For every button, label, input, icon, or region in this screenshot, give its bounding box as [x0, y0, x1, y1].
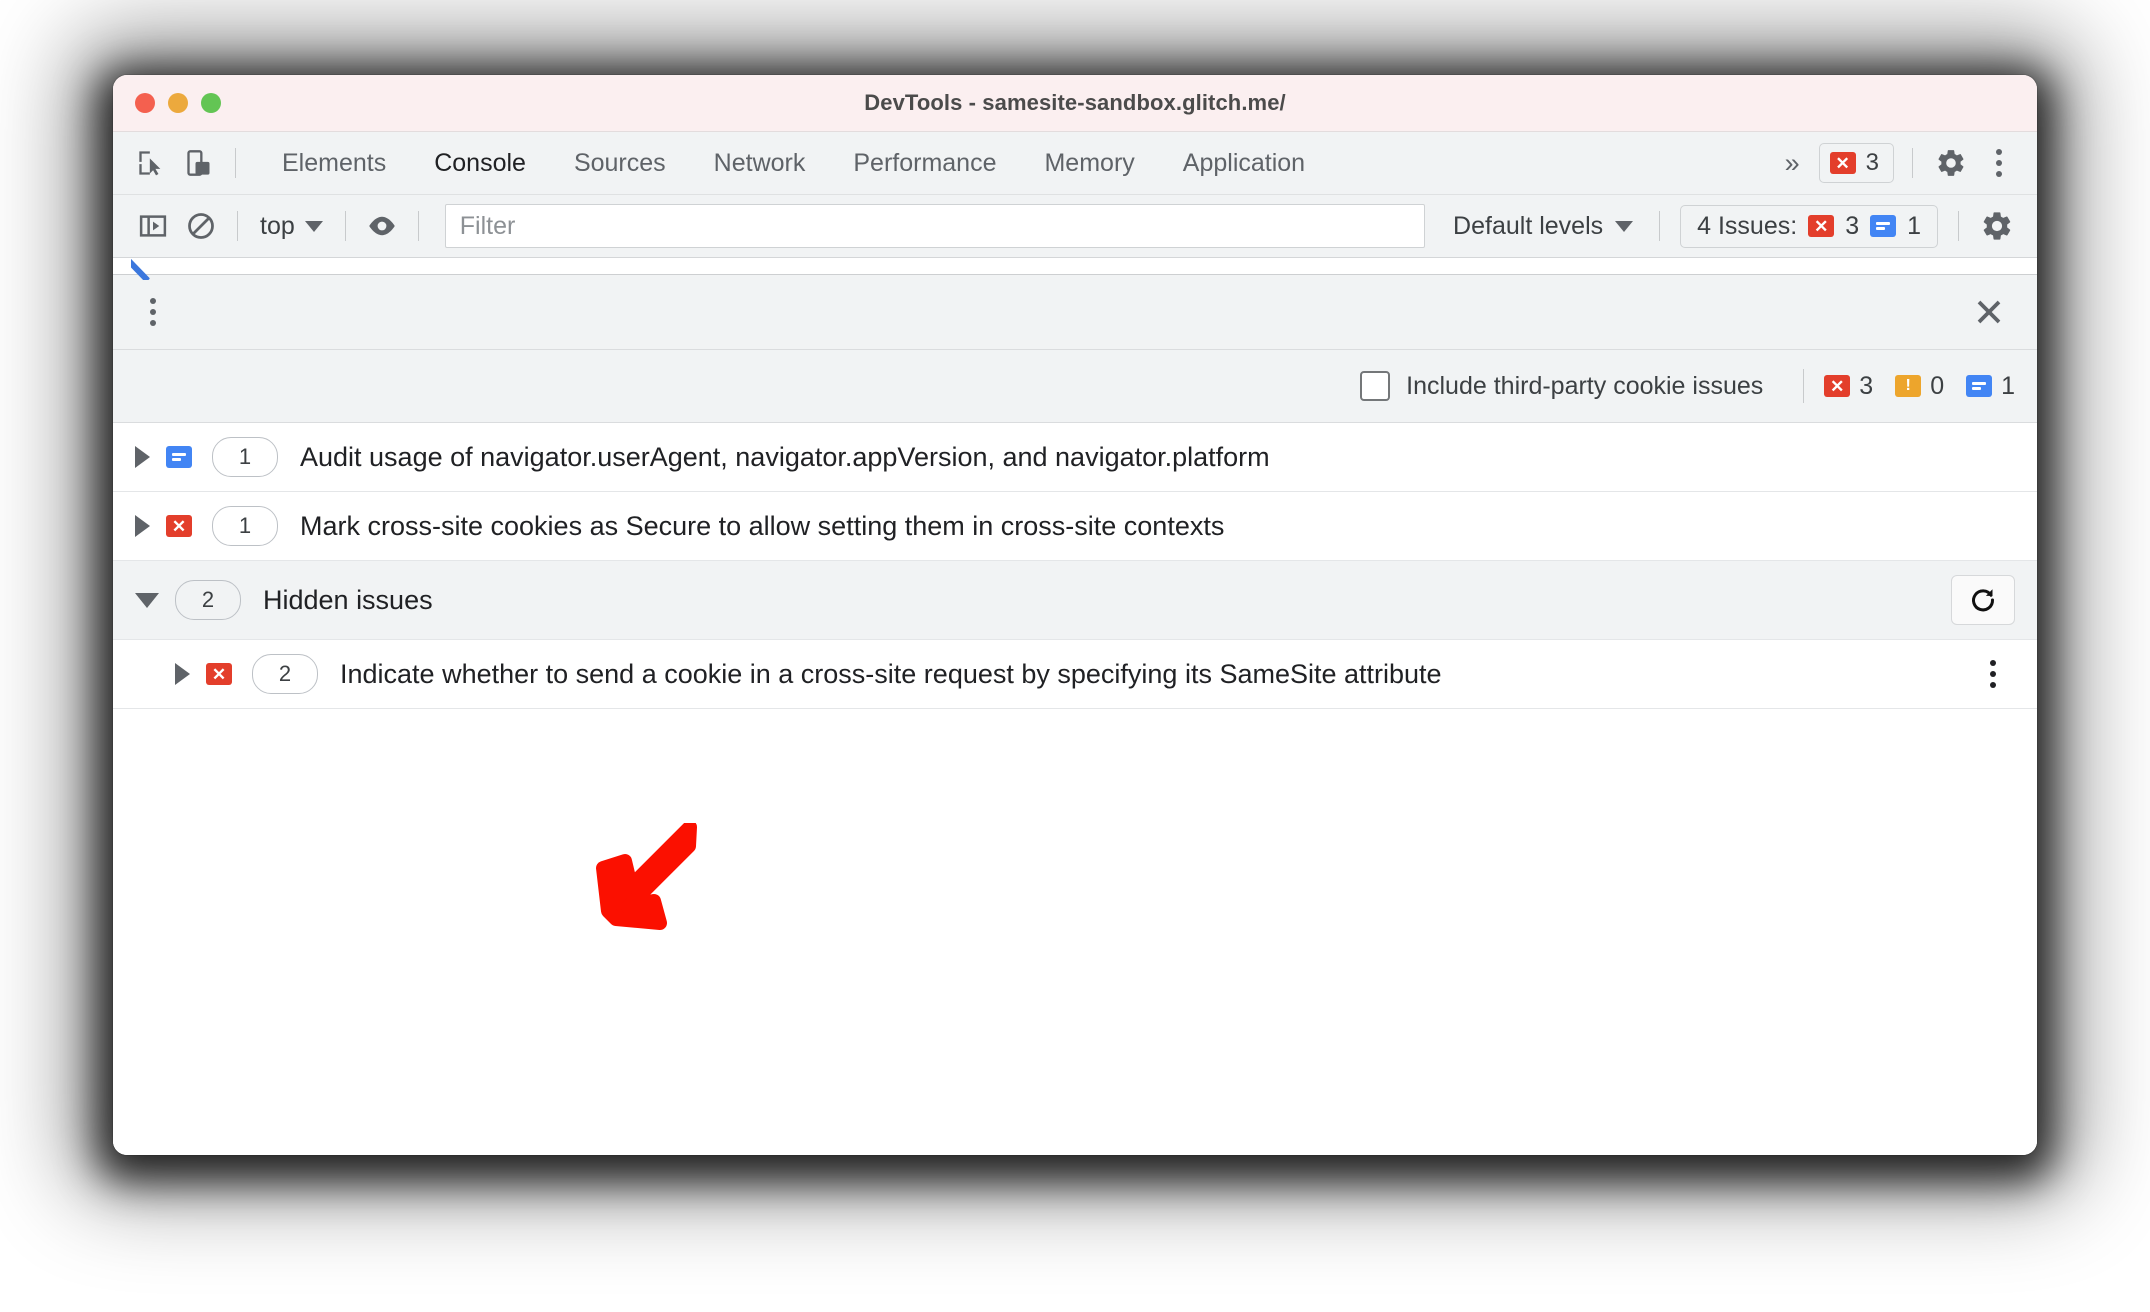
gear-icon[interactable] — [1925, 137, 1977, 189]
toolbar-divider — [1803, 369, 1805, 403]
gear-icon[interactable] — [1971, 200, 2023, 252]
toolbar-divider — [344, 211, 346, 241]
error-count: 3 — [1865, 149, 1879, 176]
hidden-issues-actions — [1951, 575, 2015, 625]
issue-title: Indicate whether to send a cookie in a c… — [340, 658, 1442, 689]
screenshot-root: DevTools - samesite-sandbox.glitch.me/ E… — [0, 0, 2150, 1312]
error-bubble-icon: ✕ — [166, 515, 192, 537]
close-icon[interactable] — [1963, 286, 2015, 338]
more-tabs-icon[interactable]: » — [1763, 148, 1819, 179]
include-third-party-cookie-issues-label: Include third-party cookie issues — [1406, 371, 1764, 400]
info-bubble-icon — [1966, 375, 1993, 397]
third-party-cookie-filter-row: Include third-party cookie issues ✕ 3 ! … — [113, 350, 2037, 423]
info-count-item: 1 — [1966, 372, 2015, 401]
error-count: 3 — [1859, 371, 1874, 400]
tab-elements[interactable]: Elements — [258, 132, 410, 194]
chevron-down-icon — [304, 220, 323, 232]
device-toolbar-icon[interactable] — [175, 139, 223, 187]
issues-count-label: 4 Issues: — [1697, 211, 1798, 240]
execution-context-label: top — [260, 211, 295, 240]
filter-input[interactable]: Filter — [444, 204, 1426, 248]
info-count: 1 — [2001, 371, 2015, 400]
collapse-triangle-icon[interactable] — [135, 592, 159, 608]
issue-counts: ✕ 3 ! 0 1 — [1824, 372, 2015, 401]
window-title: DevTools - samesite-sandbox.glitch.me/ — [864, 90, 1286, 115]
error-bubble-icon: ✕ — [1829, 152, 1856, 174]
filter-placeholder: Filter — [459, 211, 516, 240]
issue-title: Mark cross-site cookies as Secure to all… — [300, 510, 1225, 541]
warning-bubble-icon: ! — [1895, 375, 1922, 397]
toolbar-divider — [417, 211, 419, 241]
expand-triangle-icon[interactable] — [135, 515, 150, 537]
error-count-item: ✕ 3 — [1824, 372, 1873, 401]
toolbar-divider — [1958, 211, 1959, 241]
include-third-party-cookie-issues-checkbox[interactable] — [1360, 371, 1391, 401]
chevron-down-icon — [1615, 220, 1634, 232]
expand-triangle-icon[interactable] — [135, 446, 150, 468]
kebab-menu-icon[interactable] — [1971, 648, 2015, 700]
hidden-issues-label: Hidden issues — [263, 584, 433, 615]
issue-list-empty-space — [113, 709, 2037, 1155]
error-bubble-icon: ✕ — [1808, 215, 1835, 237]
toolbar-divider — [1912, 148, 1913, 178]
live-expression-icon[interactable] — [358, 202, 406, 250]
kebab-menu-icon[interactable] — [131, 286, 175, 338]
minimize-window-button[interactable] — [168, 93, 188, 113]
console-filter-toolbar: top Filter Default levels 4 Issues: ✕ 3 … — [113, 195, 2037, 258]
traffic-lights — [135, 75, 221, 131]
issues-error-count: 3 — [1845, 211, 1860, 240]
execution-context-selector[interactable]: top — [250, 212, 333, 241]
info-bubble-icon — [1870, 215, 1897, 237]
issues-summary-button[interactable]: 4 Issues: ✕ 3 1 — [1680, 204, 1938, 248]
warning-count: 0 — [1930, 371, 1945, 400]
tab-console[interactable]: Console — [410, 132, 550, 194]
hidden-issues-group-row[interactable]: 2 Hidden issues — [113, 561, 2037, 640]
tab-network[interactable]: Network — [690, 132, 830, 194]
error-bubble-icon: ✕ — [206, 663, 232, 685]
window-titlebar: DevTools - samesite-sandbox.glitch.me/ — [113, 75, 2037, 132]
issue-title: Audit usage of navigator.userAgent, navi… — [300, 441, 1270, 472]
toolbar-divider — [1659, 211, 1661, 241]
issue-row[interactable]: 1 Audit usage of navigator.userAgent, na… — [113, 423, 2037, 492]
clear-console-icon[interactable] — [177, 202, 225, 250]
devtools-tabstrip: Elements Console Sources Network Perform… — [113, 132, 2037, 195]
issue-count-badge: 2 — [252, 654, 318, 694]
issue-row-actions — [1971, 648, 2015, 700]
hidden-issues-count-badge: 2 — [175, 580, 241, 620]
toolbar-divider — [237, 211, 238, 241]
tab-performance[interactable]: Performance — [829, 132, 1020, 194]
toolbar-divider — [235, 148, 236, 178]
expand-triangle-icon[interactable] — [175, 663, 190, 685]
log-levels-selector[interactable]: Default levels — [1439, 212, 1647, 241]
zoom-window-button[interactable] — [201, 93, 221, 113]
issues-info-count: 1 — [1907, 211, 1921, 240]
tab-sources[interactable]: Sources — [550, 132, 690, 194]
tab-application[interactable]: Application — [1159, 132, 1329, 194]
drawer-tab-indicator-strip — [113, 258, 2037, 275]
refresh-icon[interactable] — [1951, 575, 2015, 625]
issues-drawer: Include third-party cookie issues ✕ 3 ! … — [113, 258, 2037, 1155]
issue-count-badge: 1 — [212, 437, 278, 477]
close-window-button[interactable] — [135, 93, 155, 113]
console-sidebar-icon[interactable] — [129, 202, 177, 250]
active-tab-indicator-icon — [131, 254, 157, 280]
tabstrip-right-controls: » ✕ 3 — [1763, 137, 2021, 189]
inspect-element-icon[interactable] — [127, 139, 175, 187]
issue-list: 1 Audit usage of navigator.userAgent, na… — [113, 423, 2037, 1155]
tab-memory[interactable]: Memory — [1020, 132, 1158, 194]
error-count-badge[interactable]: ✕ 3 — [1818, 143, 1894, 183]
kebab-menu-icon[interactable] — [1977, 137, 2021, 189]
error-bubble-icon: ✕ — [1824, 375, 1851, 397]
log-levels-label: Default levels — [1453, 211, 1604, 240]
warning-count-item: ! 0 — [1895, 372, 1944, 401]
issue-row[interactable]: ✕ 1 Mark cross-site cookies as Secure to… — [113, 492, 2037, 561]
issue-row[interactable]: ✕ 2 Indicate whether to send a cookie in… — [113, 640, 2037, 709]
panel-tabs: Elements Console Sources Network Perform… — [258, 132, 1329, 194]
drawer-header — [113, 275, 2037, 350]
issue-count-badge: 1 — [212, 506, 278, 546]
devtools-window: DevTools - samesite-sandbox.glitch.me/ E… — [113, 75, 2037, 1155]
info-bubble-icon — [166, 446, 192, 468]
